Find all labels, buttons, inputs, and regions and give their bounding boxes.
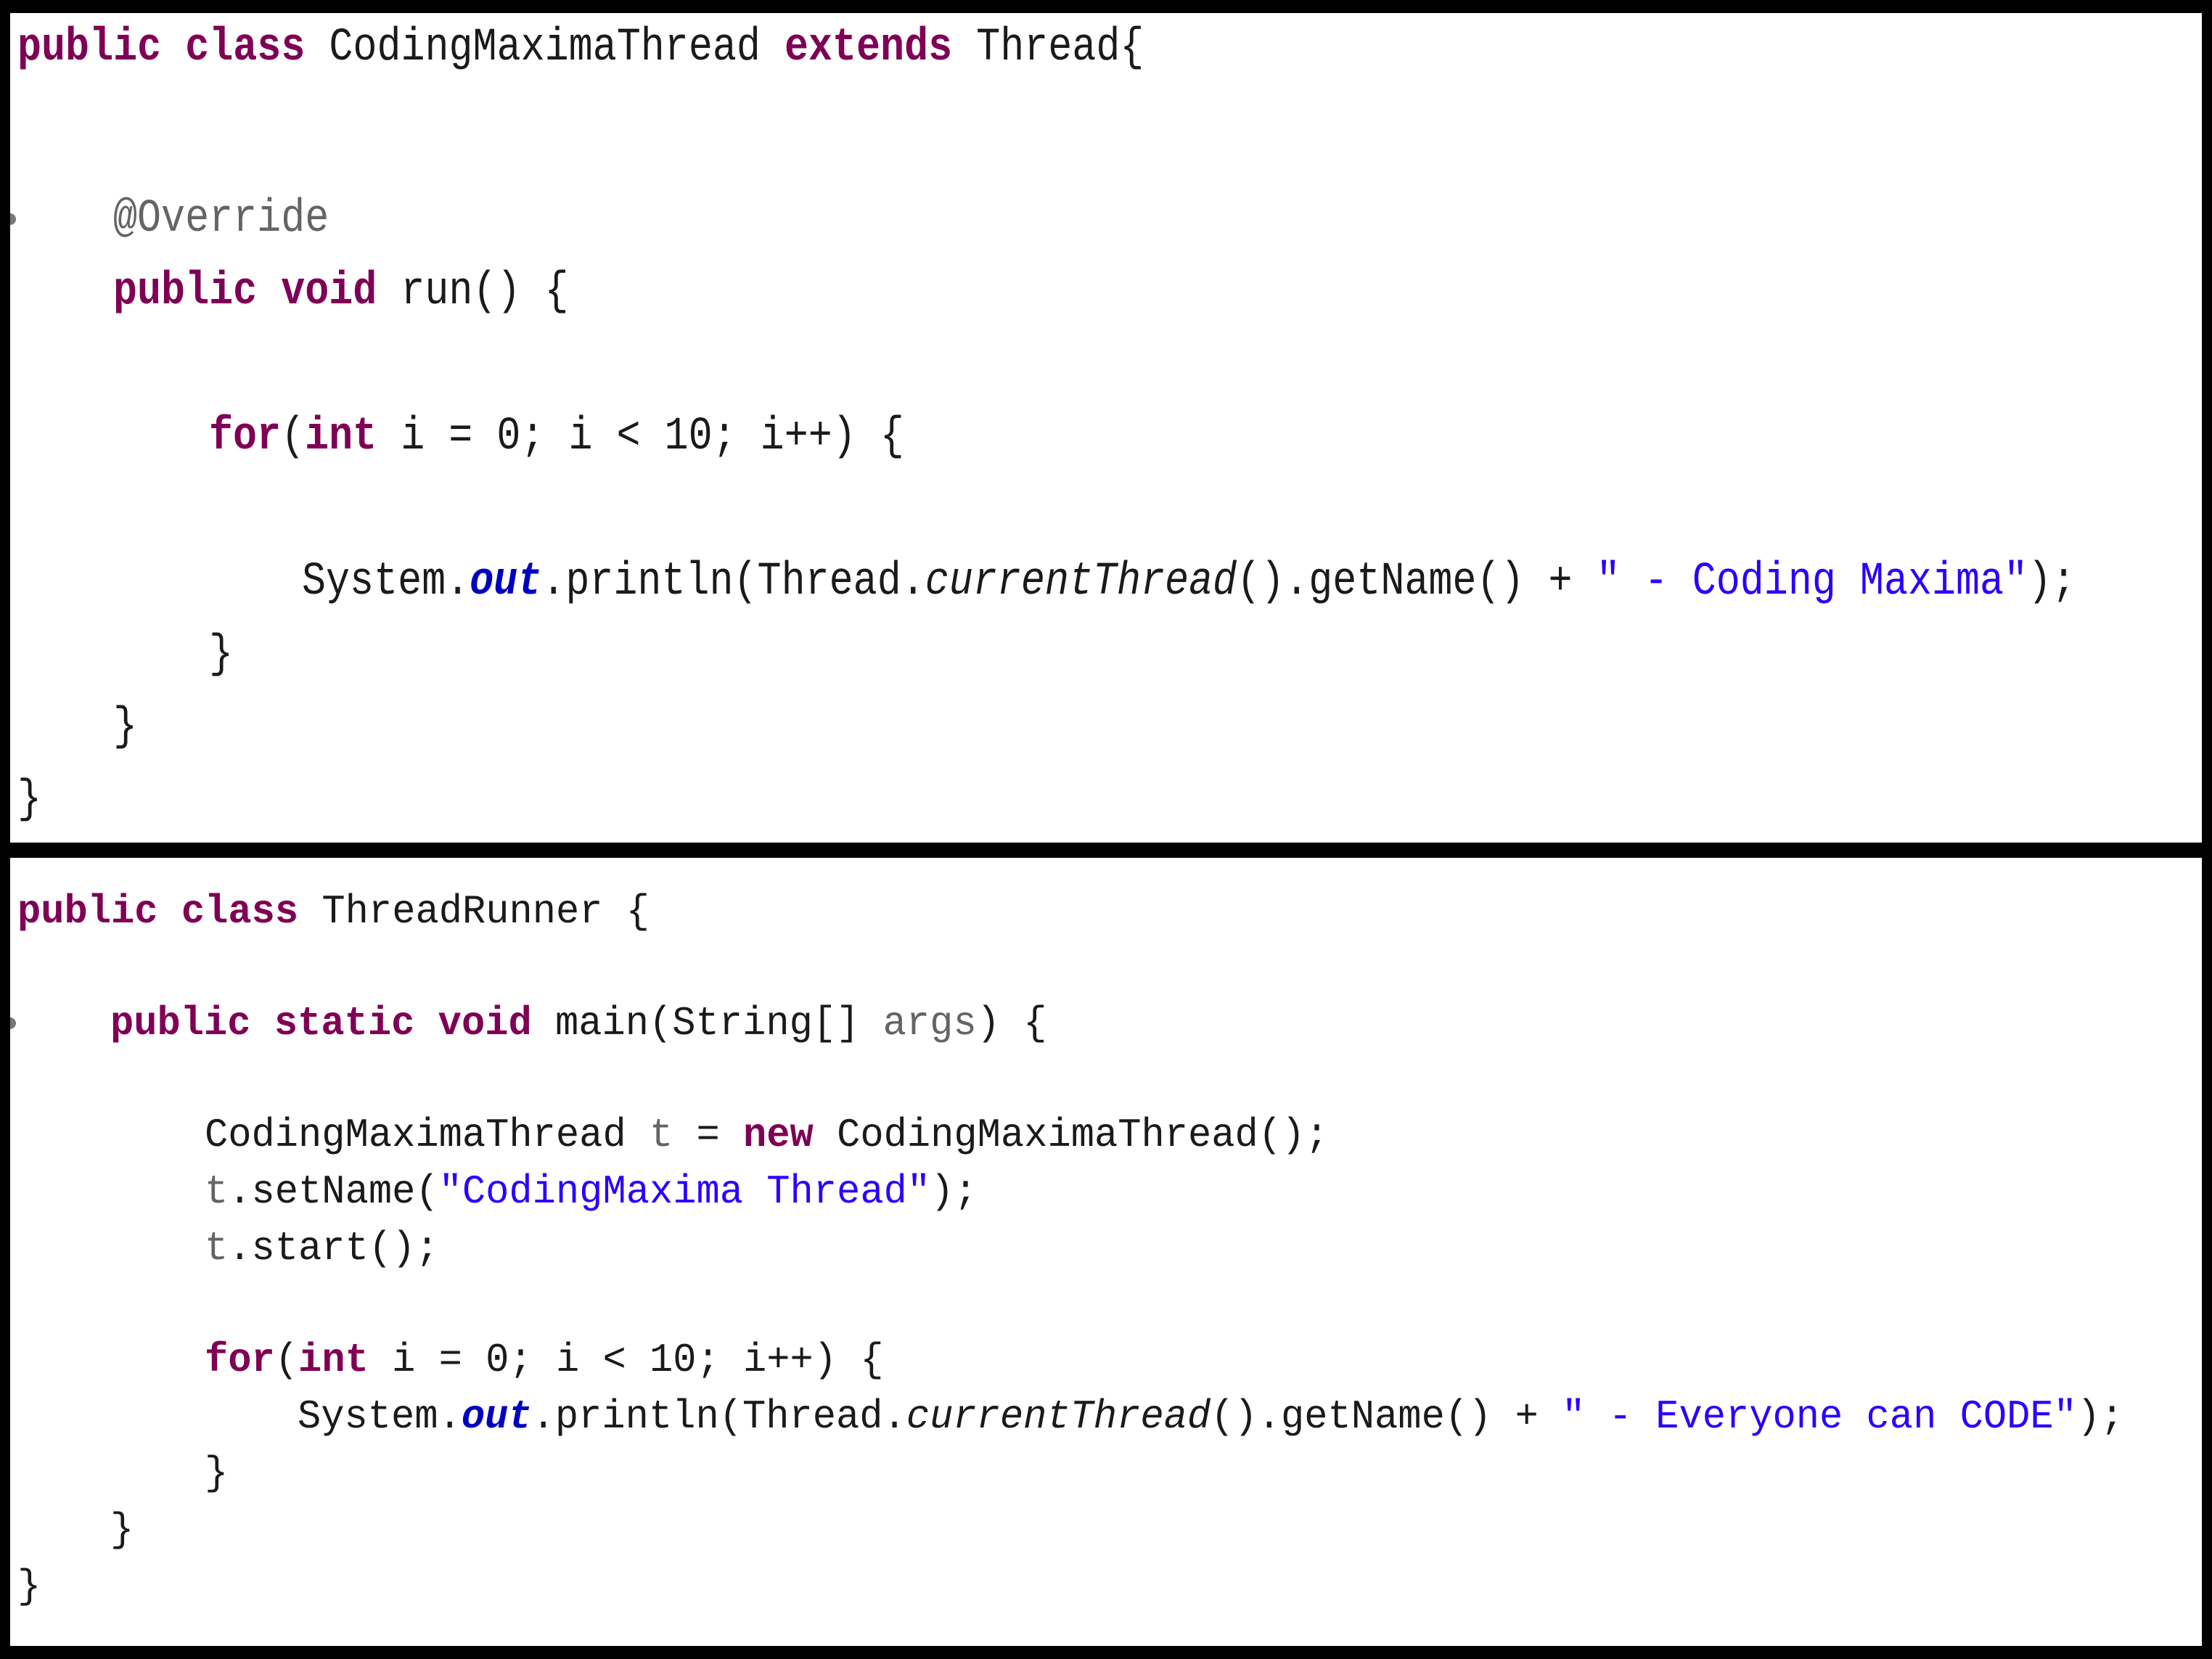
code-editor-bottom: public class ThreadRunner { public stati… [10,858,2202,1646]
assignment: = [673,1112,744,1158]
class-name: CodingMaximaThread [329,22,761,74]
keyword: void [281,266,377,318]
class-ref: System. [302,556,470,608]
method-signature: main(String[] [554,1000,883,1046]
code-line-for-loop: for(int i = 0; i < 10; i++) { [209,414,904,460]
code-line-closing-brace: } [17,774,42,826]
code-line-closing-brace: } [110,1507,134,1553]
code-line-new-thread: CodingMaximaThread t = new CodingMaximaT… [205,1115,1329,1155]
fold-marker[interactable] [10,1017,16,1029]
annotation: @Override [113,193,329,245]
string-literal: "CodingMaxima Thread" [438,1168,931,1215]
code-line-closing-brace: } [113,701,138,753]
code-line-set-name: t.setName("CodingMaxima Thread"); [205,1171,978,1212]
string-literal: " - Coding Maxima" [1596,556,2028,608]
code-line-annotation: @Override [113,196,329,242]
paren: ( [281,411,306,463]
static-field: out [470,556,542,608]
keyword: public [110,1000,251,1046]
statement-end: ); [2028,556,2076,608]
string-literal: " - Everyone can CODE" [1562,1393,2077,1440]
paren: ( [274,1337,299,1383]
class-name: ThreadRunner { [321,888,650,935]
code-line-closing-brace: } [209,628,234,681]
code-line-run-method: public void run() { [113,269,569,315]
parameter: args [882,1000,977,1046]
keyword: for [209,411,282,463]
code-line-main-method: public static void main(String[] args) { [110,1003,1046,1044]
fold-marker[interactable] [10,213,16,225]
keyword: class [181,888,299,935]
superclass-name: Thread{ [976,22,1144,74]
code-line-println: System.out.println(Thread.currentThread(… [298,1396,2123,1437]
type-name: CodingMaximaThread [205,1112,650,1158]
keyword: void [438,1000,532,1046]
keyword: class [185,22,306,74]
statement-end: ); [930,1168,978,1215]
loop-condition: i = 0; i < 10; i++) { [368,1337,884,1383]
keyword: new [743,1112,814,1158]
code-line-closing-brace: } [17,1563,41,1610]
local-variable: t [205,1168,229,1215]
keyword: public [17,888,158,935]
static-method: currentThread [906,1393,1211,1440]
static-field: out [461,1393,532,1440]
statement-end: ); [2076,1393,2124,1440]
method-call: .println(Thread. [531,1393,906,1440]
code-line-println: System.out.println(Thread.currentThread(… [302,559,2076,605]
keyword: public [17,22,162,74]
keyword: for [205,1337,275,1383]
code-line-start: t.start(); [205,1228,439,1269]
keyword: extends [784,22,953,74]
keyword: public [113,266,258,318]
keyword: int [298,1337,369,1383]
local-variable: t [205,1225,229,1271]
method-call: .println(Thread. [541,556,925,608]
method-signature-end: ) { [976,1000,1047,1046]
constructor-call: CodingMaximaThread(); [813,1112,1329,1158]
method-call: .start(); [228,1225,439,1271]
method-call: ().getName() + [1237,556,1597,608]
keyword: int [305,411,377,463]
code-line-class-declaration: public class CodingMaximaThread extends … [17,25,1144,71]
method-call: .setName( [228,1168,439,1215]
class-ref: System. [298,1393,462,1440]
method-call: ().getName() + [1211,1393,1562,1440]
code-line-class-declaration: public class ThreadRunner { [17,891,650,932]
code-line-closing-brace: } [205,1450,229,1496]
code-line-for-loop: for(int i = 0; i < 10; i++) { [205,1340,884,1380]
keyword: static [274,1000,415,1046]
method-signature: run() { [401,266,569,318]
local-variable: t [649,1112,673,1158]
loop-condition: i = 0; i < 10; i++) { [377,411,904,463]
code-editor-top: public class CodingMaximaThread extends … [10,13,2202,843]
static-method: currentThread [925,556,1237,608]
